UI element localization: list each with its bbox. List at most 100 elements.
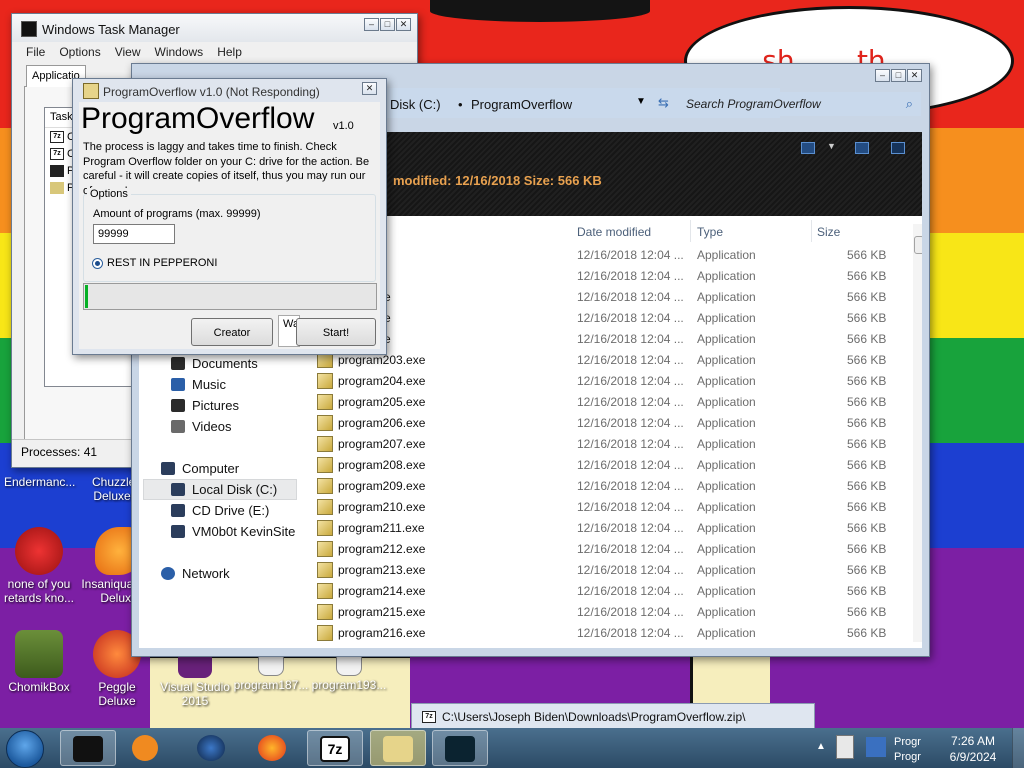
tray-device-icon[interactable] (836, 735, 854, 759)
taskbar-path-tooltip[interactable]: 7z C:\Users\Joseph Biden\Downloads\Progr… (411, 703, 815, 730)
file-size: 566 KB (847, 437, 887, 451)
program-app-icon (83, 83, 99, 99)
taskbar-item-task-manager[interactable] (60, 730, 116, 766)
maximize-button[interactable]: □ (380, 18, 395, 31)
taskbar-item-globe[interactable] (185, 730, 241, 766)
table-row[interactable]: ...202.exe12/16/2018 12:04 ...Applicatio… (311, 329, 911, 350)
nav-item-documents[interactable]: Documents (171, 356, 258, 371)
table-row[interactable]: ...201.exe12/16/2018 12:04 ...Applicatio… (311, 308, 911, 329)
maximize-button[interactable]: □ (891, 69, 906, 82)
menu-help[interactable]: Help (217, 45, 242, 62)
close-button[interactable]: ✕ (907, 69, 922, 82)
chevron-down-icon[interactable]: ▼ (827, 141, 836, 151)
table-row[interactable]: program208.exe 12/16/2018 12:04 ... Applic… (311, 455, 911, 476)
table-row[interactable]: program213.exe 12/16/2018 12:04 ... Applic… (311, 560, 911, 581)
file-date: 12/16/2018 12:04 ... (577, 269, 684, 283)
table-row[interactable]: program205.exe 12/16/2018 12:04 ... Applic… (311, 392, 911, 413)
table-row[interactable]: program207.exe 12/16/2018 12:04 ... Applic… (311, 434, 911, 455)
search-icon[interactable]: ⌕ (906, 96, 913, 112)
nav-item-local-disk[interactable]: Local Disk (C:) (171, 482, 277, 497)
breadcrumb-folder[interactable]: ProgramOverflow (471, 97, 572, 112)
nav-item-cd-drive[interactable]: CD Drive (E:) (171, 503, 269, 518)
nav-item-music[interactable]: Music (171, 377, 226, 392)
desktop-icon-endermanch[interactable]: Endermanc... (4, 475, 75, 489)
start-button-orb[interactable] (6, 730, 44, 768)
table-row[interactable]: program210.exe 12/16/2018 12:04 ... Applic… (311, 497, 911, 518)
desktop-icon-label: Chuzzle Deluxe (92, 475, 132, 503)
desktop-icon-none-of-you[interactable]: none of you retards kno... (0, 527, 78, 605)
column-header-size[interactable]: Size (817, 225, 840, 239)
menu-options[interactable]: Options (59, 45, 100, 62)
nav-item-computer[interactable]: Computer (161, 461, 239, 476)
taskbar-item-monitor[interactable] (432, 730, 488, 766)
nav-item-videos[interactable]: Videos (171, 419, 232, 434)
column-separator[interactable] (690, 220, 691, 242)
start-button[interactable]: Start! (296, 318, 376, 346)
rest-in-pepperoni-radio[interactable] (92, 258, 103, 269)
help-icon[interactable] (891, 142, 905, 154)
amount-input[interactable]: 99999 (93, 224, 175, 244)
task-manager-titlebar[interactable]: Windows Task Manager (12, 14, 417, 42)
tray-program-labels[interactable]: Progr Progr (894, 735, 938, 767)
breadcrumb-disk[interactable]: Disk (C:) (390, 97, 441, 112)
table-row[interactable]: program203.exe 12/16/2018 12:04 ... Applic… (311, 350, 911, 371)
program-overflow-window[interactable]: ProgramOverflow v1.0 (Not Responding) ✕ … (72, 78, 387, 355)
table-row[interactable]: program216.exe 12/16/2018 12:04 ... Applic… (311, 623, 911, 644)
tray-expand-icon[interactable]: ▲ (816, 741, 826, 752)
taskbar-item-firefox[interactable] (246, 730, 302, 766)
window-controls: ✕ (362, 82, 377, 95)
table-row[interactable]: program211.exe 12/16/2018 12:04 ... Applic… (311, 518, 911, 539)
close-button[interactable]: ✕ (362, 82, 377, 95)
desktop-icon-visual-studio[interactable]: Visual Studio 2015 (156, 650, 234, 708)
chevron-down-icon[interactable]: ▼ (636, 96, 646, 107)
table-row[interactable]: program214.exe 12/16/2018 12:04 ... Applic… (311, 581, 911, 602)
nav-item-label: Pictures (192, 398, 239, 413)
menu-file[interactable]: File (26, 45, 45, 62)
minimize-button[interactable]: – (875, 69, 890, 82)
file-type: Application (697, 563, 756, 577)
show-desktop-button[interactable] (1012, 728, 1024, 768)
search-input[interactable]: Search ProgramOverflow ⌕ (676, 92, 921, 116)
preview-pane-icon[interactable] (855, 142, 869, 154)
program-app-icon (317, 499, 333, 515)
nav-item-network-drive[interactable]: VM0b0t KevinSite (171, 524, 295, 539)
taskbar-item-program-overflow[interactable] (370, 730, 426, 766)
column-header-type[interactable]: Type (697, 225, 723, 239)
scrollbar-thumb[interactable] (914, 236, 922, 254)
desktop-icon-label: Visual Studio 2015 (160, 680, 230, 708)
table-row[interactable]: program204.exe 12/16/2018 12:04 ... Applic… (311, 371, 911, 392)
minimize-button[interactable]: – (364, 18, 379, 31)
nav-item-pictures[interactable]: Pictures (171, 398, 239, 413)
menu-windows[interactable]: Windows (155, 45, 204, 62)
table-row[interactable]: program209.exe 12/16/2018 12:04 ... Applic… (311, 476, 911, 497)
desktop-icon-chomikbox[interactable]: ChomikBox (0, 630, 78, 694)
table-row[interactable]: program212.exe 12/16/2018 12:04 ... Applic… (311, 539, 911, 560)
file-date: 12/16/2018 12:04 ... (577, 542, 684, 556)
vertical-scrollbar[interactable] (913, 224, 922, 642)
file-type: Application (697, 626, 756, 640)
desktop-icon-label: Endermanc... (4, 475, 76, 489)
taskbar-item-media-player[interactable] (120, 730, 176, 766)
taskbar-item-7zip[interactable]: 7z (307, 730, 363, 766)
column-separator[interactable] (811, 220, 812, 242)
file-size: 566 KB (847, 395, 887, 409)
table-row[interactable]: ...200.exe12/16/2018 12:04 ...Applicatio… (311, 287, 911, 308)
close-button[interactable]: ✕ (396, 18, 411, 31)
creator-button[interactable]: Creator (191, 318, 273, 346)
refresh-icon[interactable]: ⇆ (658, 95, 669, 111)
view-options-icon[interactable] (801, 142, 815, 154)
column-header-date[interactable]: Date modified (577, 225, 651, 239)
desktop-icon-chuzzle[interactable]: Chuzzle Deluxe (92, 475, 132, 503)
table-row[interactable]: program215.exe 12/16/2018 12:04 ... Applic… (311, 602, 911, 623)
desktop-icon-label: Peggle Deluxe (98, 680, 136, 708)
table-row[interactable]: program206.exe 12/16/2018 12:04 ... Applic… (311, 413, 911, 434)
nav-item-network[interactable]: Network (161, 566, 230, 581)
file-type: Application (697, 353, 756, 367)
menu-view[interactable]: View (115, 45, 141, 62)
program-overflow-titlebar[interactable]: ProgramOverflow v1.0 (Not Responding) (73, 79, 386, 102)
table-row[interactable]: ...99.exe12/16/2018 12:04 ...Application… (311, 266, 911, 287)
clock[interactable]: 7:26 AM 6/9/2024 (942, 733, 1004, 765)
table-row[interactable]: ...98.exe12/16/2018 12:04 ...Application… (311, 245, 911, 266)
file-date: 12/16/2018 12:04 ... (577, 416, 684, 430)
network-tray-icon[interactable] (866, 737, 886, 757)
